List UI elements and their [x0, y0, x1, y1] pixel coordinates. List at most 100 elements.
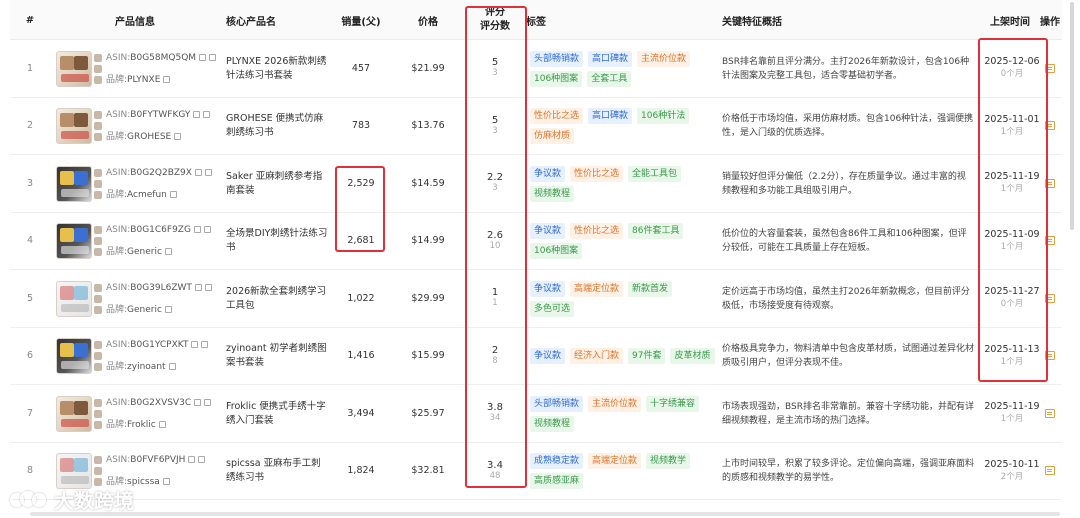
copy-icon[interactable] — [193, 226, 201, 234]
detail-icon[interactable] — [1045, 121, 1055, 131]
col-rating[interactable]: 评分 评分数 — [465, 0, 525, 40]
table-row[interactable]: 1 ASIN:B0G58MQ5QM 品牌:PLYNXE PLYNXE 2026新款刺绣… — [10, 40, 1062, 98]
brand-value[interactable]: GROHESE — [127, 132, 171, 142]
product-thumbnail[interactable] — [56, 338, 92, 375]
sales-value: 1,416 — [347, 350, 375, 362]
copy-icon[interactable] — [188, 456, 196, 464]
brand-value[interactable]: Acmefun — [127, 190, 167, 200]
sales-value: 1,824 — [347, 465, 375, 477]
col-index[interactable]: # — [10, 0, 50, 40]
external-link-icon[interactable] — [164, 305, 172, 313]
core-product-name: zyinoant 初学者刺绣图案书套装 — [226, 343, 327, 369]
vertical-scrollbar[interactable] — [1070, 2, 1074, 230]
asin-label: ASIN: — [106, 397, 131, 408]
asin-value[interactable]: B0G1C6F9ZG — [130, 225, 191, 235]
product-thumbnail[interactable] — [56, 50, 92, 87]
detail-icon[interactable] — [1045, 63, 1055, 73]
asin-value[interactable]: B0FVF6PVJH — [130, 455, 185, 465]
tag-list: 争议款 高端定位款 新款首发 多色可选 — [530, 276, 716, 322]
listed-age: 0个月 — [1000, 69, 1024, 80]
brand-value[interactable]: Froklic — [127, 420, 156, 430]
core-product-name: Saker 亚麻刺绣参考指南套装 — [226, 170, 323, 196]
asin-value[interactable]: B0G58MQ5QM — [130, 53, 196, 63]
sales-value: 783 — [351, 120, 371, 132]
detail-icon[interactable] — [1045, 178, 1055, 188]
product-thumbnail[interactable] — [56, 223, 92, 260]
brand-value[interactable]: PLYNXE — [127, 75, 160, 85]
copy-icon[interactable] — [193, 111, 201, 119]
table-row[interactable]: 2 ASIN:B0FYTWFKGY 品牌:GROHESE GROHESE 便携式仿麻刺… — [10, 97, 1062, 155]
product-thumbnail[interactable] — [56, 395, 92, 432]
tag-badge: 高口碑款 — [588, 108, 633, 125]
row-index: 7 — [26, 407, 34, 419]
rating-score: 5 — [491, 114, 499, 126]
external-link-icon[interactable] — [201, 341, 209, 349]
copy-icon[interactable] — [191, 341, 199, 349]
asin-value[interactable]: B0FYTWFKGY — [130, 110, 190, 120]
col-core-name[interactable]: 核心产品名 — [226, 0, 336, 40]
tag-badge: 新款首发 — [628, 280, 673, 297]
external-link-icon[interactable] — [209, 53, 217, 61]
external-link-icon[interactable] — [204, 283, 212, 291]
detail-icon[interactable] — [1045, 293, 1055, 303]
table-row[interactable]: 3 ASIN:B0G2Q2BZ9X 品牌:Acmefun Saker 亚麻刺绣参考指南… — [10, 155, 1062, 213]
external-link-icon[interactable] — [168, 363, 176, 371]
external-link-icon[interactable] — [198, 456, 206, 464]
horizontal-scrollbar[interactable] — [30, 512, 1060, 516]
external-link-icon[interactable] — [174, 133, 182, 141]
tag-badge: 十字绣兼容 — [646, 395, 700, 412]
copy-icon[interactable] — [199, 53, 207, 61]
col-price[interactable]: 价格 — [402, 0, 454, 40]
rating-cell: 53 — [492, 115, 498, 137]
listed-cell: 2025-10-11 2个月 — [984, 459, 1039, 483]
product-thumbnail[interactable] — [56, 108, 92, 145]
external-link-icon[interactable] — [169, 190, 177, 198]
asin-value[interactable]: B0G39L6ZWT — [130, 283, 192, 293]
copy-icon[interactable] — [194, 398, 202, 406]
table-row[interactable]: 4 ASIN:B0G1C6F9ZG 品牌:Generic 全场景DIY刺绣针法练习书 2… — [10, 212, 1062, 270]
external-link-icon[interactable] — [163, 75, 171, 83]
brand-label: 品牌: — [106, 362, 128, 373]
price-value: $32.81 — [411, 465, 445, 477]
tag-badge: 争议款 — [530, 348, 566, 365]
detail-icon[interactable] — [1045, 236, 1055, 246]
detail-icon[interactable] — [1045, 351, 1055, 361]
col-product-info[interactable]: 产品信息 — [50, 0, 220, 40]
external-link-icon[interactable] — [158, 420, 166, 428]
col-features[interactable]: 关键特征概括 — [722, 0, 842, 40]
asin-value[interactable]: B0G1YCPXKT — [130, 340, 188, 350]
table-row[interactable]: 6 ASIN:B0G1YCPXKT 品牌:zyinoant zyinoant 初学者刺… — [10, 327, 1062, 385]
detail-icon[interactable] — [1045, 408, 1055, 418]
col-tags[interactable]: 标签 — [526, 0, 586, 40]
watermark-text: 大数跨境 — [54, 489, 134, 513]
external-link-icon[interactable] — [203, 111, 211, 119]
product-thumbnail[interactable] — [56, 165, 92, 202]
external-link-icon[interactable] — [164, 248, 172, 256]
copy-icon[interactable] — [194, 283, 202, 291]
brand-value[interactable]: Generic — [127, 305, 162, 315]
rating-count: 3 — [492, 68, 498, 79]
price-value: $13.76 — [411, 120, 445, 132]
col-sales[interactable]: 销量(父) — [332, 0, 390, 40]
brand-value[interactable]: zyinoant — [127, 362, 166, 372]
external-link-icon[interactable] — [204, 168, 212, 176]
detail-icon[interactable] — [1045, 466, 1055, 476]
sales-value: 1,022 — [347, 292, 375, 304]
table-row[interactable]: 7 ASIN:B0G2XVSV3C 品牌:Froklic Froklic 便携式手绣十… — [10, 385, 1062, 443]
asin-line: ASIN:B0G39L6ZWT — [106, 283, 212, 293]
asin-value[interactable]: B0G2XVSV3C — [130, 398, 191, 408]
asin-value[interactable]: B0G2Q2BZ9X — [130, 168, 192, 178]
copy-icon[interactable] — [194, 168, 202, 176]
table-row[interactable]: 5 ASIN:B0G39L6ZWT 品牌:Generic 2026新款全套刺绣学习工具… — [10, 270, 1062, 328]
col-listed[interactable]: 上架时间 — [978, 0, 1042, 40]
price-value: $14.99 — [411, 235, 445, 247]
table-row[interactable]: 8 ASIN:B0FVF6PVJH 品牌:spicssa spicssa 亚麻布手工刺… — [10, 442, 1062, 500]
external-link-icon[interactable] — [162, 478, 170, 486]
external-link-icon[interactable] — [204, 398, 212, 406]
tag-badge: 成熟稳定款 — [530, 453, 584, 470]
brand-value[interactable]: Generic — [127, 247, 162, 257]
external-link-icon[interactable] — [203, 226, 211, 234]
product-thumbnail[interactable] — [56, 280, 92, 317]
product-thumbnail[interactable] — [56, 453, 92, 490]
tag-badge: 多色可选 — [530, 300, 575, 317]
